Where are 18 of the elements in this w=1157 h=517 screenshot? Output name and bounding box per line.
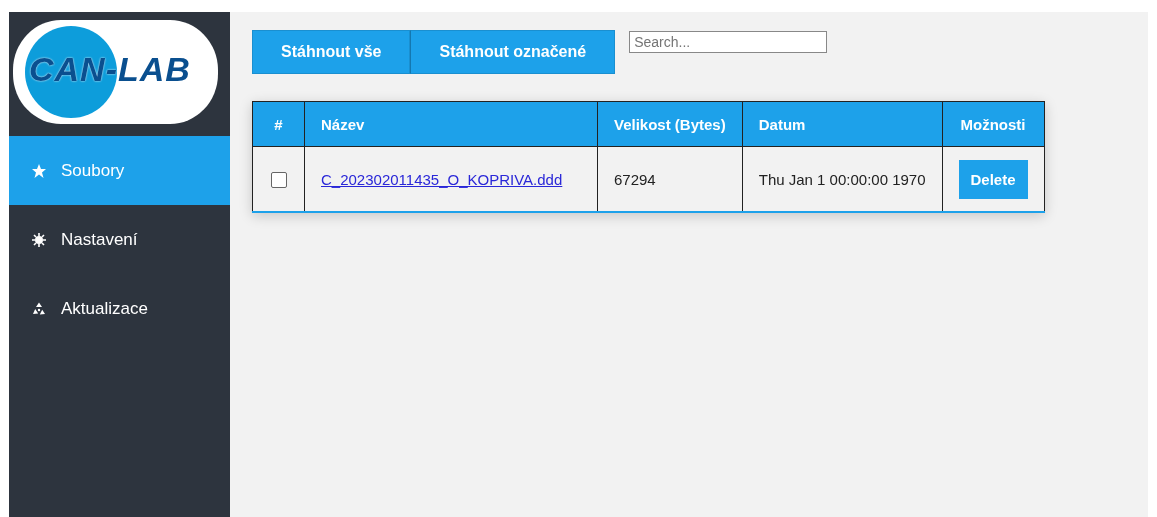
column-header: Možnosti (942, 101, 1045, 147)
star-icon (31, 162, 47, 179)
table-cell: Thu Jan 1 00:00:00 1970 (758, 170, 926, 188)
column-header: # (252, 101, 305, 147)
column-header: Velikost (Bytes) (597, 101, 743, 147)
sidebar-item[interactable]: Soubory (9, 136, 230, 205)
column-header: Název (304, 101, 598, 147)
sidebar-item[interactable]: Nastavení (9, 205, 230, 274)
table-cell: 67294 (614, 170, 656, 188)
recycle-icon (31, 300, 47, 317)
search-field[interactable]: Search... (629, 31, 828, 53)
download-button[interactable]: Stáhnout označené (410, 30, 616, 74)
download-button[interactable]: Stáhnout vše (252, 30, 411, 74)
checkbox[interactable] (270, 172, 287, 188)
column-header: Datum (742, 101, 943, 147)
delete-button[interactable]: Delete (958, 159, 1028, 199)
sidebar-item[interactable]: Aktualizace (9, 274, 230, 343)
sun-icon (31, 231, 47, 248)
